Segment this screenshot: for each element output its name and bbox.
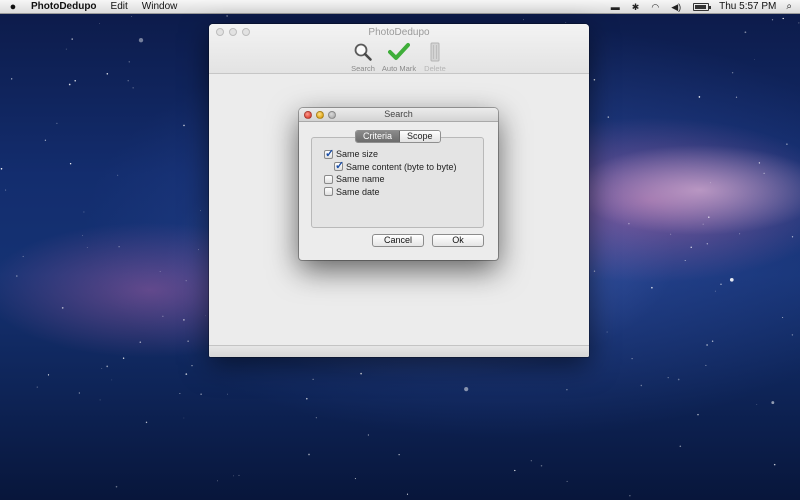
cancel-button[interactable]: Cancel: [372, 234, 424, 247]
checkmark-icon: [387, 41, 411, 63]
window-title: PhotoDedupo: [368, 27, 430, 38]
menu-clock[interactable]: Thu 5:57 PM: [715, 0, 784, 14]
status-bar: [209, 345, 589, 357]
auto-mark-tool-button[interactable]: Auto Mark: [381, 41, 417, 73]
spotlight-icon[interactable]: ⌕: [784, 1, 800, 12]
same-name-label: Same name: [336, 174, 385, 185]
delete-tool-button[interactable]: Delete: [419, 41, 451, 73]
option-same-date[interactable]: Same date: [324, 186, 457, 199]
tab-bar: Criteria Scope: [355, 130, 441, 143]
apple-menu-icon[interactable]: ●: [0, 1, 26, 13]
trash-icon: [423, 41, 447, 63]
dialog-titlebar: Search: [299, 108, 498, 122]
delete-tool-label: Delete: [424, 64, 446, 73]
magnifier-icon: [351, 41, 375, 63]
volume-icon[interactable]: ◀): [665, 0, 687, 14]
battery-icon[interactable]: [693, 2, 712, 11]
menu-edit[interactable]: Edit: [104, 0, 135, 14]
criteria-options: Same size Same content (byte to byte) Sa…: [324, 147, 457, 199]
option-same-name[interactable]: Same name: [324, 173, 457, 186]
same-date-checkbox[interactable]: [324, 187, 333, 197]
same-size-checkbox[interactable]: [324, 147, 334, 160]
toolbar: Search Auto Mark Delete: [209, 41, 589, 73]
tab-scope[interactable]: Scope: [400, 131, 440, 142]
menu-app-name[interactable]: PhotoDedupo: [26, 0, 104, 14]
same-date-label: Same date: [336, 186, 380, 197]
screen-icon[interactable]: ▬: [605, 0, 626, 14]
status-area: ▬ ✱ ◠ ◀) Thu 5:57 PM ⌕: [605, 0, 800, 14]
same-content-checkbox[interactable]: [334, 159, 344, 172]
same-size-label: Same size: [336, 149, 379, 160]
menu-window[interactable]: Window: [135, 0, 185, 14]
wifi-icon[interactable]: ◠: [645, 0, 665, 14]
menu-bar: ● PhotoDedupo Edit Window ▬ ✱ ◠ ◀) Thu 5…: [0, 0, 800, 14]
search-tool-label: Search: [351, 64, 375, 73]
same-content-label: Same content (byte to byte): [346, 161, 457, 172]
bluetooth-icon[interactable]: ✱: [626, 0, 646, 14]
option-same-content[interactable]: Same content (byte to byte): [334, 159, 457, 174]
auto-mark-tool-label: Auto Mark: [381, 64, 417, 73]
ok-button[interactable]: Ok: [432, 234, 484, 247]
same-name-checkbox[interactable]: [324, 174, 333, 184]
search-dialog: Search Criteria Scope Same size Same con…: [299, 108, 498, 260]
main-titlebar: PhotoDedupo Search Auto Mark Delete: [209, 24, 589, 74]
dialog-title: Search: [384, 109, 413, 119]
tab-criteria[interactable]: Criteria: [356, 131, 401, 142]
search-tool-button[interactable]: Search: [347, 41, 379, 73]
